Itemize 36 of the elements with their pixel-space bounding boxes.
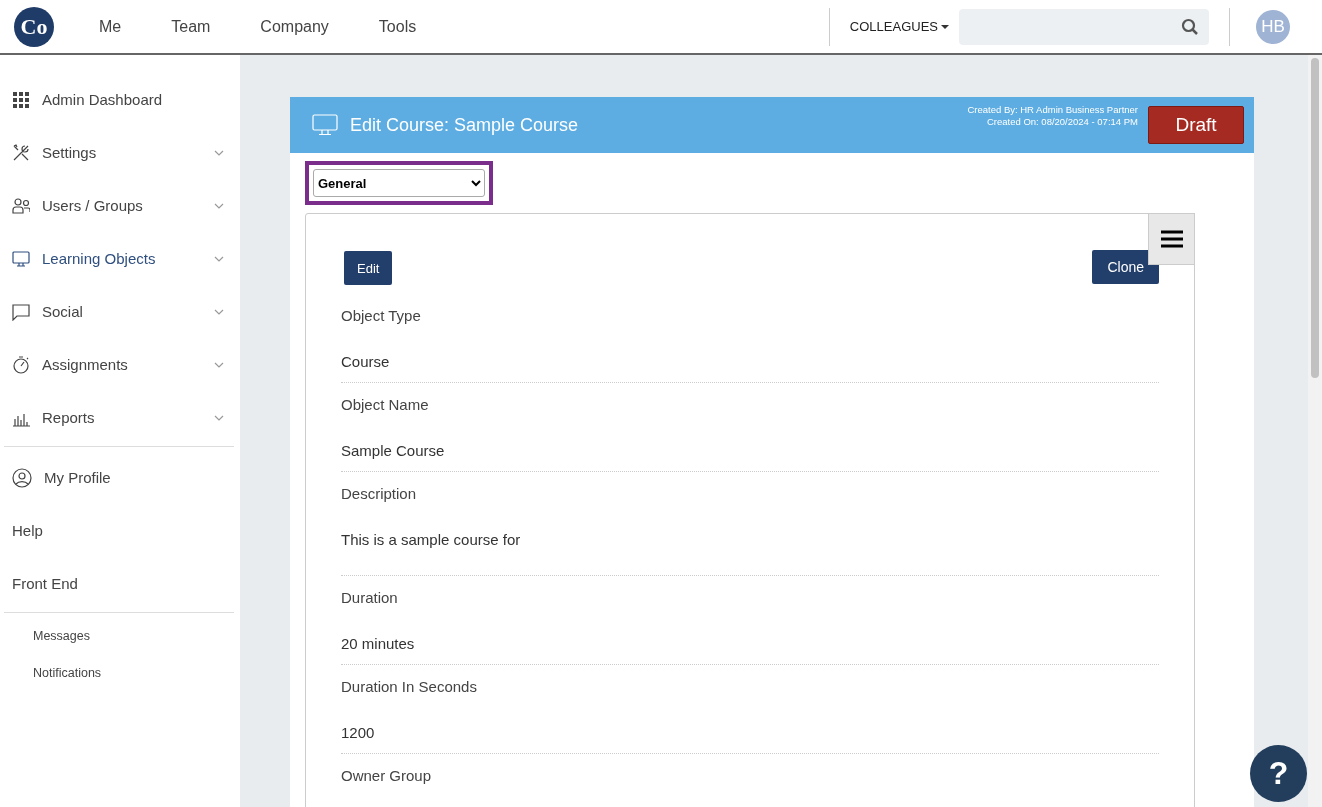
field-label: Duration In Seconds [341,677,478,695]
sidebar-item[interactable]: Help [0,504,240,557]
field-value: 20 minutes [341,635,416,652]
sidebar-item[interactable]: Users / Groups [0,179,240,232]
sidebar-item[interactable]: Notifications [0,654,240,691]
clone-button[interactable]: Clone [1092,250,1159,284]
sidebar-item[interactable]: Social [0,285,240,338]
field-label: Object Name [341,395,430,413]
field-label: Object Type [341,306,422,324]
field-label: Description [341,484,418,502]
sidebar-item[interactable]: Front End [0,557,240,610]
field-value: Course [341,353,391,370]
sidebar-item[interactable]: Messages [0,617,240,654]
sidebar-item[interactable]: Learning Objects [0,232,240,285]
nav-link[interactable]: Team [171,17,211,36]
nav-link[interactable]: Tools [378,17,417,36]
field-value: Sample Course [341,442,446,459]
status-button[interactable]: Draft [1148,106,1244,144]
field-value: This is a sample course for [341,531,522,550]
sidebar-item[interactable]: Admin Dashboard [0,73,240,126]
section-select[interactable]: General [313,169,485,197]
nav-link[interactable]: Me [99,17,122,36]
created-on-text: Created On: 08/20/2024 - 07:14 PM [985,116,1138,128]
sidebar-item[interactable]: Assignments [0,338,240,391]
field-value: 1200 [341,724,376,741]
sidebar-item[interactable]: My Profile [0,451,240,504]
field-label: Duration [341,588,399,606]
logo[interactable]: Co [14,6,54,47]
edit-button[interactable]: Edit [344,251,393,285]
colleagues-dropdown[interactable]: COLLEAGUES [829,19,959,34]
field-label: Owner Group [341,766,433,784]
created-by-text: Created By: HR Admin Business Partner [967,104,1138,116]
sidebar-item[interactable]: Reports [0,391,240,444]
nav-link[interactable]: Company [260,17,329,36]
sidebar-item[interactable]: Settings [0,126,240,179]
card-title: Edit Course: Sample Course [350,114,580,136]
